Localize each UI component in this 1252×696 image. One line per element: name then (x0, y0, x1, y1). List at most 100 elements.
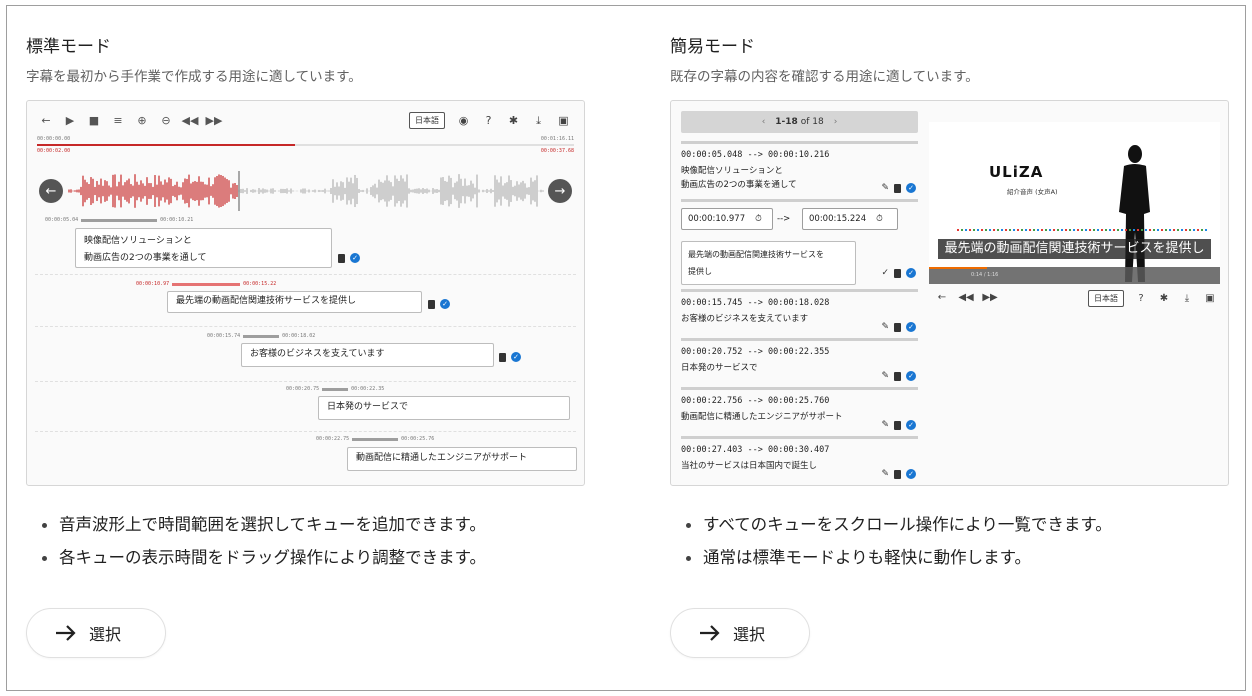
pencil-icon: ✎ (881, 322, 889, 332)
rewind-icon: ◀◀ (181, 113, 199, 127)
simple-mode-description: 既存の字幕の内容を確認する用途に適しています。 (670, 69, 979, 85)
audio-waveform (68, 171, 544, 211)
trash-icon (894, 420, 901, 430)
cue-row: 00:00:15.74 00:00:18.02 お客様のビジネスを支えています … (35, 327, 576, 382)
video-player: ULiZA 紹介音声 (女声A) 最先端の動画配信関連技術サービスを提供し 0:… (929, 122, 1220, 284)
cue-time-range: 00:00:05.04 00:00:10.21 (45, 217, 193, 223)
cue-text-line: 動画配信に精通したエンジニアがサポート (356, 453, 528, 463)
video-control-bar: 0:14 / 1:16 (929, 267, 1220, 284)
timeline-current-end-time: 00:00:37.68 (540, 148, 574, 154)
trash-icon (894, 322, 901, 332)
cue-start-input: 00:00:10.977 ⏱ (681, 208, 773, 230)
cue-actions: ✎ ✓ (881, 420, 916, 430)
cue-start-time: 00:00:20.75 (286, 386, 320, 392)
rewind-icon: ◀◀ (958, 292, 974, 303)
mode-selection-frame: 標準モード 字幕を最初から手作業で作成する用途に適しています。 ← ▶ ■ ≡ … (6, 5, 1246, 691)
cue-actions: ✓ (338, 253, 360, 263)
cue-start-time: 00:00:22.75 (316, 436, 350, 442)
check-icon: ✓ (350, 253, 360, 263)
help-icon: ? (1138, 293, 1144, 304)
standard-mode-description: 字幕を最初から手作業で作成する用途に適しています。 (26, 69, 362, 85)
chevron-left-icon: ‹ (761, 117, 766, 127)
simple-mode-title: 簡易モード (670, 37, 755, 57)
play-icon: ▶ (65, 113, 75, 127)
cue-text-box: 映像配信ソリューションと 動画広告の2つの事業を通して (75, 228, 332, 268)
cue-times: 00:00:22.756 --> 00:00:25.760 (681, 396, 830, 406)
cue-actions: ✎ ✓ (881, 183, 916, 193)
trash-icon (894, 469, 901, 479)
list-item: 00:00:05.048 --> 00:00:10.216 映像配信ソリューショ… (681, 141, 918, 199)
simple-select-label: 選択 (733, 625, 766, 644)
cue-end-time: 00:00:18.02 (282, 333, 316, 339)
stop-icon: ■ (88, 113, 100, 127)
cue-end-time: 00:00:22.35 (351, 386, 385, 392)
cue-text-box: 最先端の動画配信関連技術サービスを提供し (167, 291, 422, 313)
timeline-end-time: 00:01:16.11 (540, 136, 574, 142)
standard-mode-title: 標準モード (26, 37, 111, 57)
decorative-line (957, 229, 1207, 231)
cue-start-time: 00:00:10.97 (136, 281, 170, 287)
cue-end-time: 00:00:10.21 (160, 217, 194, 223)
preview-toolbar-right: 日本語 ◉ ? ✱ ⤓ ▣ (409, 112, 570, 129)
simple-mode-preview: ‹ 1-18 of 18 › 00:00:05.048 --> 00:00:10… (670, 100, 1229, 486)
waveform-prev-button: ← (39, 179, 63, 203)
cue-actions: ✎ ✓ (881, 371, 916, 381)
list-item: 00:00:22.756 --> 00:00:25.760 動画配信に精通したエ… (681, 387, 918, 436)
cue-start-value: 00:00:10.977 (688, 214, 746, 224)
cue-end-time: 00:00:25.76 (401, 436, 435, 442)
time-arrow: --> (777, 214, 791, 224)
waveform-next-button: → (548, 179, 572, 203)
check-icon: ✓ (906, 322, 916, 332)
timeline-progress (37, 144, 295, 146)
list-item: 00:00:27.403 --> 00:00:30.407 当社のサービスは日本… (681, 436, 918, 485)
video-time: 0:14 / 1:16 (971, 272, 999, 278)
video-logo: ULiZA (989, 163, 1044, 181)
cue-list: 00:00:05.048 --> 00:00:10.216 映像配信ソリューショ… (681, 141, 918, 485)
standard-select-button[interactable]: 選択 (26, 608, 166, 658)
check-icon: ✓ (440, 299, 450, 309)
simple-select-button[interactable]: 選択 (670, 608, 810, 658)
help-icon: ? (485, 114, 492, 127)
cue-text-line: 映像配信ソリューションと (84, 236, 192, 246)
cue-duration-bar (352, 437, 399, 441)
cue-text-box: 日本発のサービスで (318, 396, 570, 420)
feature-item: すべてのキューをスクロール操作により一覧できます。 (686, 513, 1112, 546)
feature-item: 各キューの表示時間をドラッグ操作により調整できます。 (42, 546, 486, 579)
trash-icon (894, 371, 901, 381)
cue-times: 00:00:20.752 --> 00:00:22.355 (681, 347, 830, 357)
save-icon: ▣ (1205, 293, 1215, 304)
timeline-start-time: 00:00:00.00 (37, 136, 71, 142)
cue-times: 00:00:05.048 --> 00:00:10.216 (681, 150, 830, 160)
cue-duration-bar (81, 218, 158, 222)
cue-actions: ✎ ✓ (881, 322, 916, 332)
cue-end-value: 00:00:15.224 (809, 214, 867, 224)
pencil-icon: ✎ (881, 183, 889, 193)
timeline-bar (37, 144, 574, 146)
cue-duration-bar (172, 282, 241, 286)
download-icon: ⤓ (1184, 293, 1190, 304)
video-logo-subtitle: 紹介音声 (女声A) (1007, 188, 1058, 196)
cue-actions: ✓ (428, 299, 450, 309)
cue-edit-item: 00:00:10.977 ⏱ --> 00:00:15.224 ⏱ 最先端の動画… (681, 199, 918, 289)
pencil-icon: ✎ (881, 469, 889, 479)
cue-start-time: 00:00:15.74 (207, 333, 241, 339)
preview-toolbar: ← ▶ ■ ≡ ⊕ ⊖ ◀◀ ▶▶ (39, 113, 222, 127)
cue-times: 00:00:27.403 --> 00:00:30.407 (681, 445, 830, 455)
cue-pager: ‹ 1-18 of 18 › (681, 111, 918, 133)
timer-icon: ⏱ (876, 214, 883, 224)
simple-mode-panel: 簡易モード 既存の字幕の内容を確認する用途に適しています。 ‹ 1-18 of … (670, 6, 1252, 692)
cue-actions: ✓ ✓ (881, 268, 916, 278)
cue-actions: ✓ (499, 352, 521, 362)
arrow-right-icon (700, 625, 720, 641)
eye-icon: ◉ (458, 114, 469, 127)
cue-times: 00:00:15.745 --> 00:00:18.028 (681, 298, 830, 308)
cue-end-input: 00:00:15.224 ⏱ (802, 208, 898, 230)
cue-text-line: 最先端の動画配信関連技術サービスを提供し (176, 296, 357, 306)
cue-text-line: お客様のビジネスを支えています (250, 349, 385, 359)
cue-time-range: 00:00:20.75 00:00:22.35 (286, 386, 384, 392)
checkmark-icon: ✓ (881, 268, 889, 278)
check-icon: ✓ (511, 352, 521, 362)
cue-text-line: 最先端の動画配信関連技術サービスを (688, 250, 824, 259)
check-icon: ✓ (906, 371, 916, 381)
cue-duration-bar (243, 334, 280, 338)
